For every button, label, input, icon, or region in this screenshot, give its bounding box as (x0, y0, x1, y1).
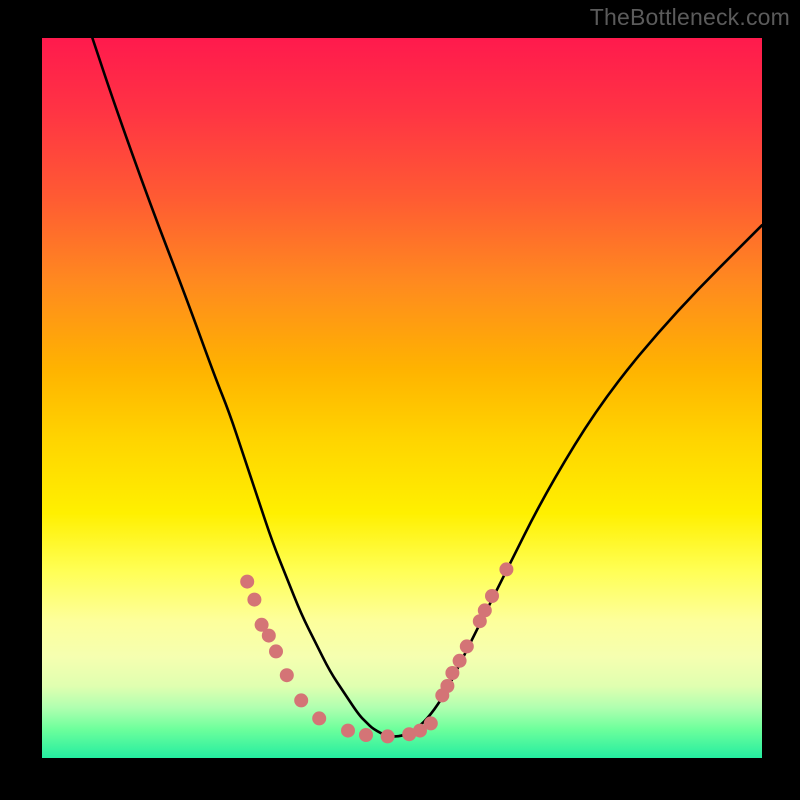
data-marker (445, 666, 459, 680)
data-marker (499, 562, 513, 576)
chart-svg (42, 38, 762, 758)
data-marker (381, 729, 395, 743)
data-marker (294, 693, 308, 707)
data-marker (424, 716, 438, 730)
plot-area (42, 38, 762, 758)
data-marker (262, 629, 276, 643)
data-marker (280, 668, 294, 682)
data-marker (247, 593, 261, 607)
data-marker (312, 711, 326, 725)
data-marker (460, 639, 474, 653)
data-marker (359, 728, 373, 742)
data-marker (478, 603, 492, 617)
watermark-text: TheBottleneck.com (590, 4, 790, 31)
data-marker (453, 654, 467, 668)
bottleneck-curve (92, 38, 762, 736)
data-marker (341, 724, 355, 738)
data-markers (240, 562, 513, 743)
data-marker (240, 575, 254, 589)
data-marker (440, 679, 454, 693)
data-marker (485, 589, 499, 603)
data-marker (269, 644, 283, 658)
stage: TheBottleneck.com (0, 0, 800, 800)
